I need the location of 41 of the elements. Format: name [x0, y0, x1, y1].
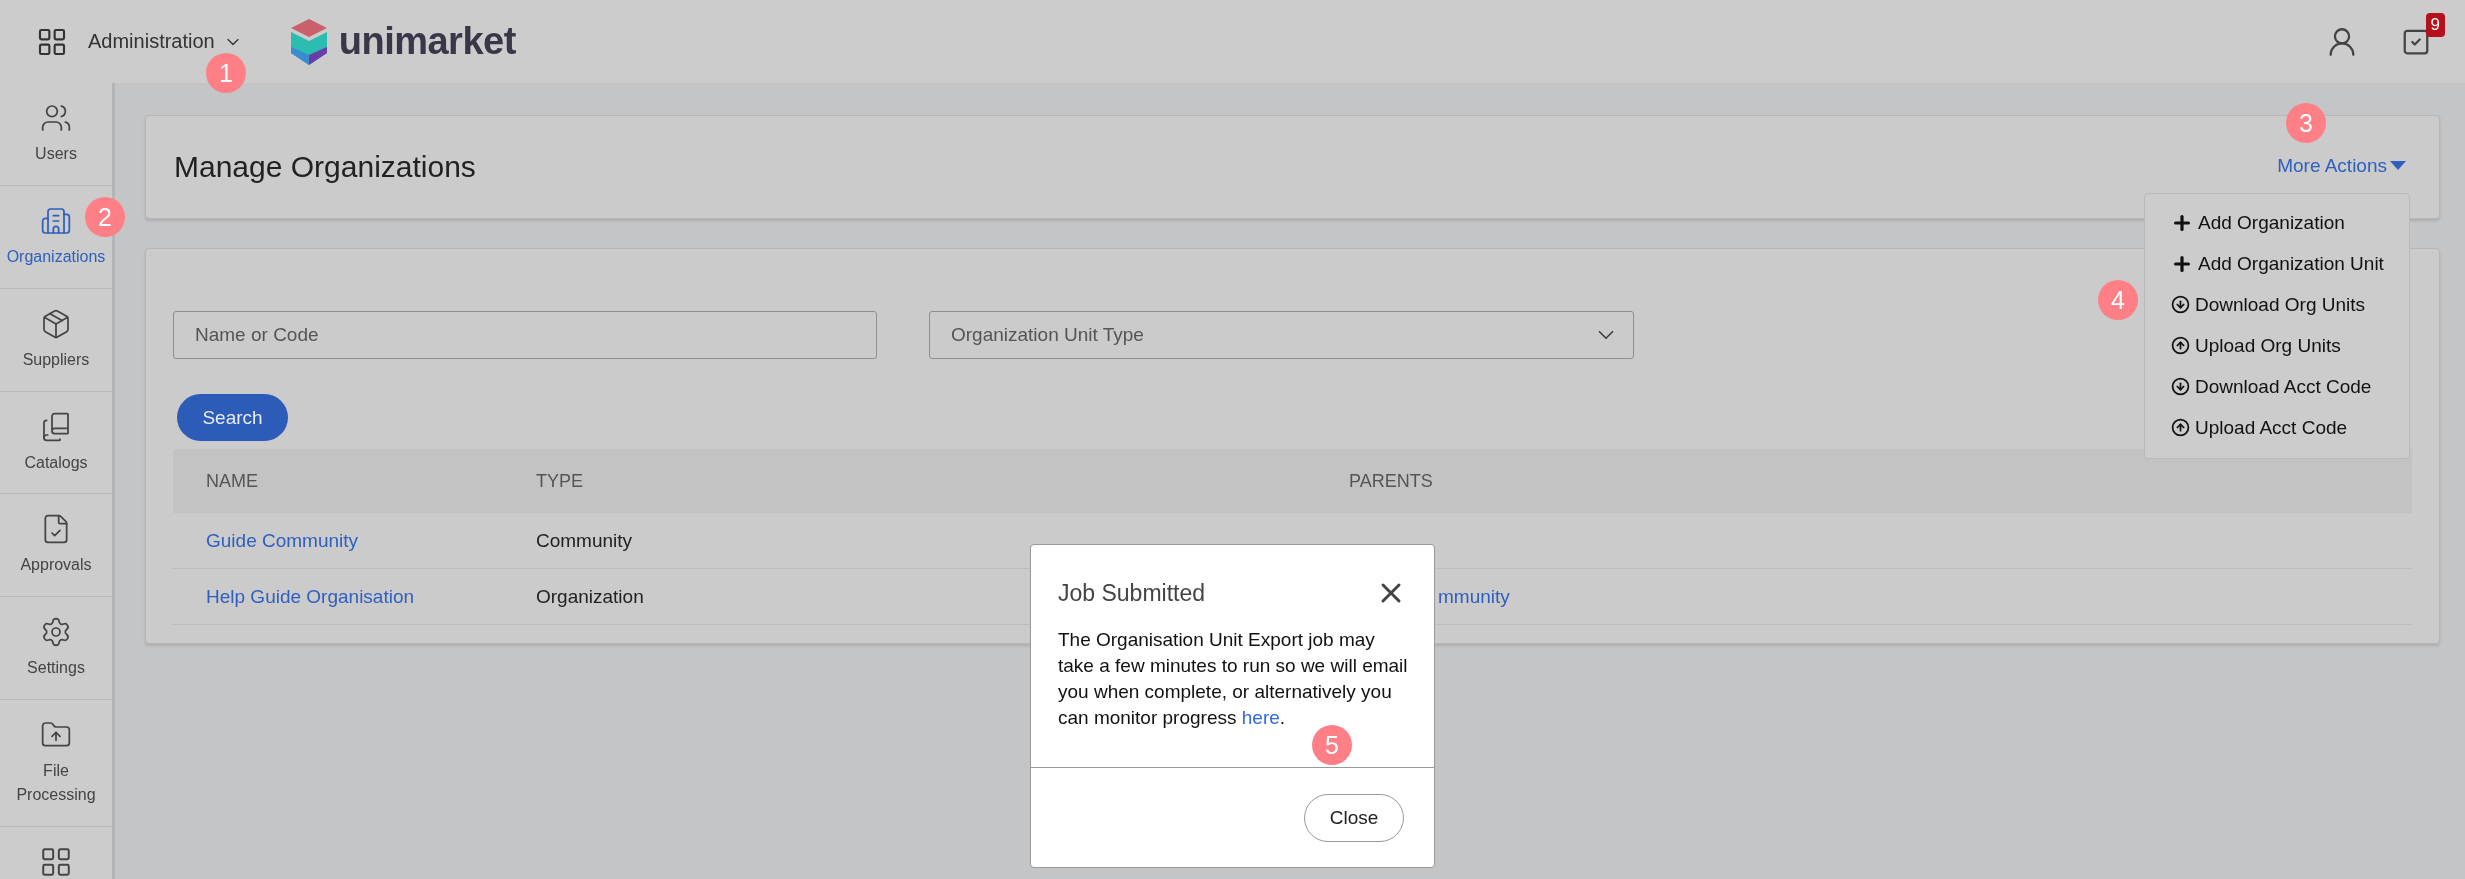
menu-item[interactable]: Download Org Units — [2145, 284, 2374, 325]
name-search-field[interactable]: Name or Code — [173, 311, 877, 359]
logo-wordmark: unimarket — [338, 20, 516, 63]
caret-down-icon — [2390, 160, 2406, 171]
menu-item[interactable]: Add Organization — [2145, 202, 2353, 243]
sidebar-item[interactable]: Settings — [0, 597, 112, 701]
upload-icon — [2171, 418, 2190, 437]
menu-item[interactable]: Download Acct Code — [2145, 366, 2380, 407]
progress-link[interactable]: here — [1241, 707, 1280, 728]
organization-link[interactable]: Guide Community — [173, 513, 503, 569]
sidebar-item[interactable]: File Processing — [0, 700, 112, 827]
sidebar-item[interactable]: Catalogs — [0, 391, 112, 495]
sidebar-item[interactable]: Approvals — [0, 494, 112, 598]
organization-link[interactable]: Help Guide Organisation — [173, 569, 503, 625]
dialog-title: Job Submitted — [1058, 579, 1206, 607]
column-header: NAME — [173, 449, 503, 513]
logo-cube-icon — [290, 18, 327, 65]
apps-grid-icon[interactable] — [39, 845, 73, 879]
upload-icon — [2171, 336, 2190, 355]
step-marker: 3 — [2286, 103, 2326, 143]
book-stack-icon — [40, 410, 72, 443]
step-marker: 2 — [85, 197, 125, 237]
download-icon — [2171, 295, 2190, 314]
menu-item[interactable]: Add Organization Unit — [2145, 243, 2392, 284]
notification-badge: 9 — [2425, 12, 2445, 37]
step-marker: 1 — [206, 53, 246, 93]
more-actions-dropdown[interactable]: More Actions — [2277, 154, 2406, 177]
app-menu-dropdown[interactable]: Administration — [88, 30, 243, 53]
search-button[interactable]: Search — [177, 394, 288, 441]
menu-item[interactable]: Upload Acct Code — [2145, 407, 2356, 448]
unit-type-select[interactable]: Organization Unit Type — [929, 311, 1634, 359]
sidebar-item[interactable]: Suppliers — [0, 288, 112, 392]
menu-item[interactable]: Upload Org Units — [2145, 325, 2349, 366]
close-button[interactable]: Close — [1304, 793, 1404, 842]
box-icon — [40, 307, 72, 340]
settings-icon — [40, 616, 72, 649]
column-header: TYPE — [503, 449, 1316, 513]
download-icon — [2171, 377, 2190, 396]
page-title: Manage Organizations — [174, 150, 476, 184]
sidebar-item[interactable]: Users — [0, 83, 112, 186]
column-header: PARENTS — [1316, 449, 2412, 513]
